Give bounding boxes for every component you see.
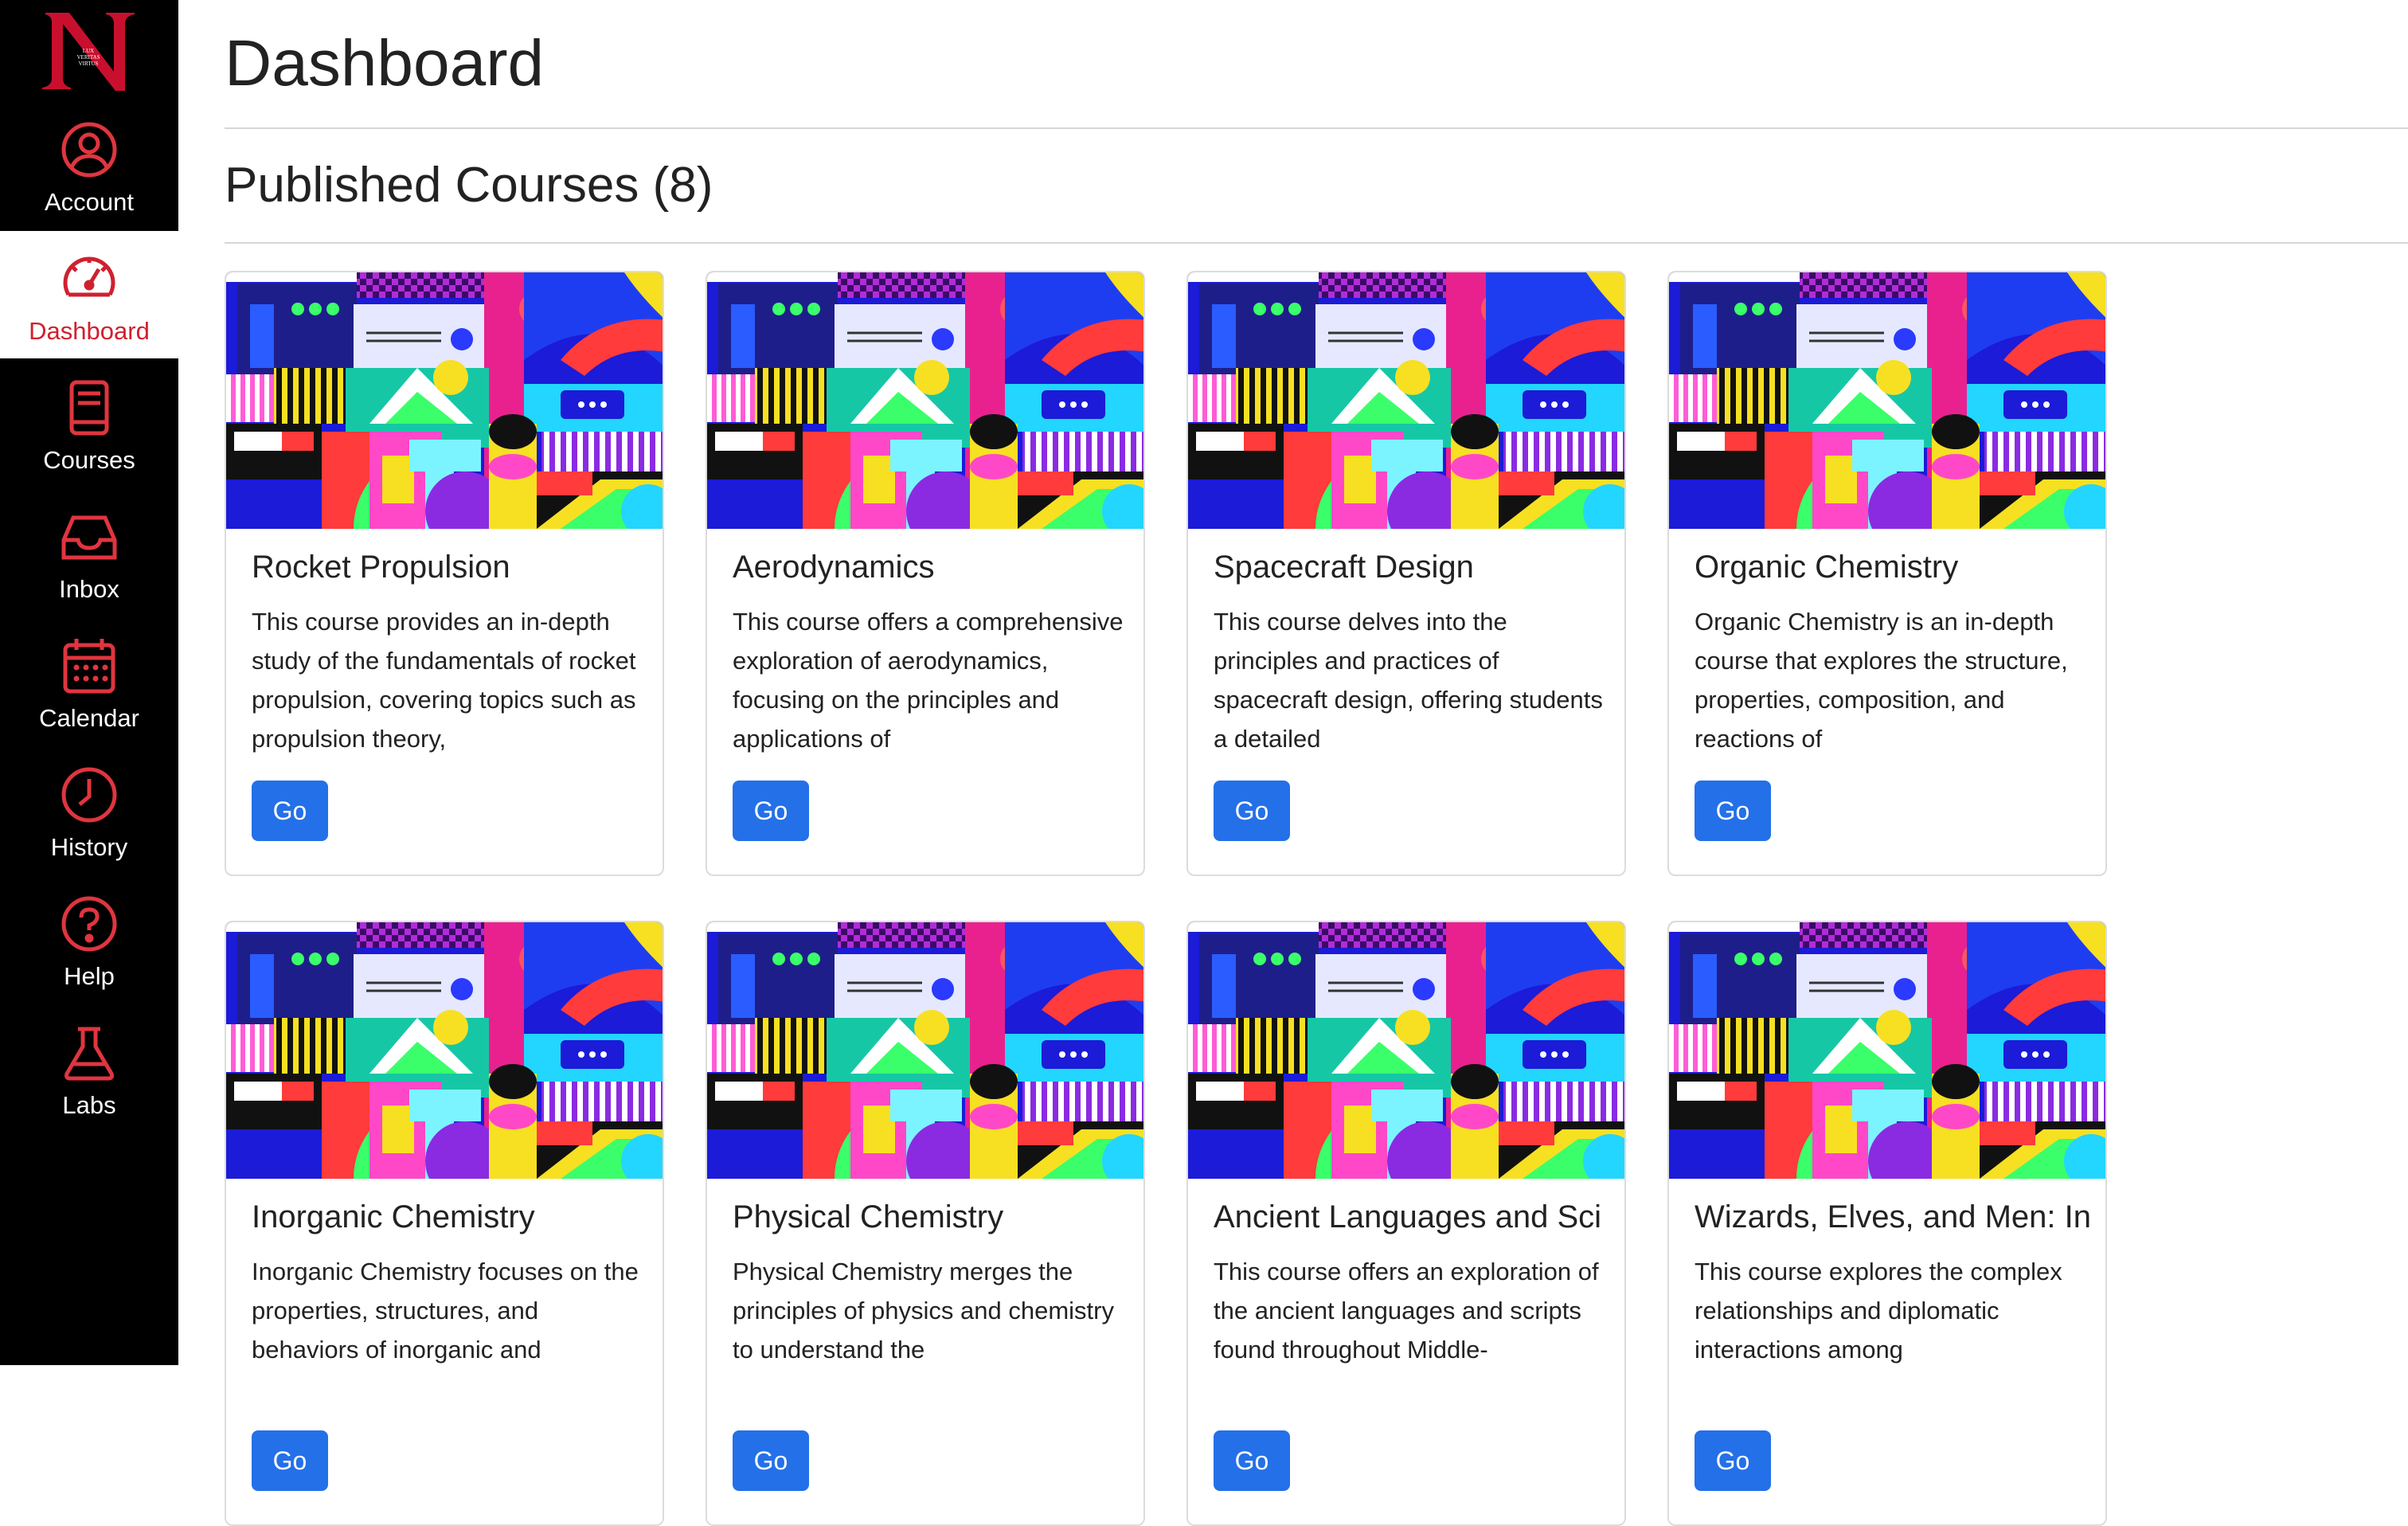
course-description: Organic Chemistry is an in-depth course … [1695, 608, 2068, 753]
sidebar-item-label: Labs [62, 1091, 116, 1119]
sidebar-item-help[interactable]: Help [0, 876, 178, 1004]
course-banner-image [1669, 922, 2107, 1179]
title-divider [225, 127, 2408, 129]
go-button[interactable]: Go [1695, 1430, 1771, 1491]
sidebar-item-dashboard[interactable]: Dashboard [0, 231, 178, 358]
sidebar-item-label: Account [44, 188, 134, 216]
sidebar-item-labs[interactable]: Labs [0, 1005, 178, 1133]
course-banner-image [1188, 922, 1626, 1179]
go-button[interactable]: Go [252, 1430, 328, 1491]
go-button[interactable]: Go [733, 781, 809, 841]
sidebar: LUX VERITAS VIRTUS Account Dashboard Cou… [0, 0, 178, 1365]
course-title: Rocket Propulsion [252, 550, 510, 585]
svg-text:VIRTUS: VIRTUS [79, 61, 99, 67]
sidebar-item-label: Help [64, 962, 115, 990]
logo[interactable]: LUX VERITAS VIRTUS [0, 0, 178, 102]
course-title: Spacecraft Design [1214, 550, 1474, 585]
sidebar-item-history[interactable]: History [0, 747, 178, 875]
course-description: This course offers a comprehensive explo… [733, 608, 1124, 753]
speedometer-icon [63, 256, 115, 297]
course-banner-image [1188, 272, 1626, 529]
calendar-icon [63, 639, 115, 694]
course-description: Physical Chemistry merges the principles… [733, 1258, 1114, 1364]
section-divider [225, 242, 2408, 244]
go-button[interactable]: Go [252, 781, 328, 841]
svg-text:LUX: LUX [83, 48, 94, 54]
course-description: This course provides an in-depth study o… [252, 608, 636, 753]
sidebar-item-inbox[interactable]: Inbox [0, 489, 178, 616]
go-button[interactable]: Go [1695, 781, 1771, 841]
sidebar-item-label: History [50, 833, 128, 861]
book-icon [69, 380, 109, 436]
course-card: Inorganic Chemistry Inorganic Chemistry … [225, 921, 664, 1526]
sidebar-item-label: Calendar [39, 704, 139, 732]
course-title: Wizards, Elves, and Men: In [1695, 1199, 2091, 1234]
course-card: Physical Chemistry Physical Chemistry me… [706, 921, 1145, 1526]
logo-n-icon: LUX VERITAS VIRTUS [42, 13, 135, 91]
section-title: Published Courses (8) [225, 158, 713, 213]
course-banner-image [707, 272, 1145, 529]
course-card: Ancient Languages and Sci This course of… [1186, 921, 1626, 1526]
course-card: Spacecraft Design This course delves int… [1186, 271, 1626, 876]
course-description: This course explores the complex relatio… [1695, 1258, 2062, 1364]
sidebar-item-courses[interactable]: Courses [0, 360, 178, 487]
help-circle-icon [61, 896, 117, 952]
course-title: Inorganic Chemistry [252, 1199, 535, 1234]
go-button[interactable]: Go [1214, 1430, 1290, 1491]
account-circle-icon [61, 122, 117, 178]
course-description: This course offers an exploration of the… [1214, 1258, 1599, 1364]
clock-icon [61, 767, 117, 823]
sidebar-item-label: Dashboard [29, 317, 150, 345]
flask-icon [64, 1027, 114, 1081]
course-banner-image [226, 922, 664, 1179]
course-banner-image [226, 272, 664, 529]
inbox-icon [61, 515, 117, 560]
course-banner-image [707, 922, 1145, 1179]
course-title: Aerodynamics [733, 550, 935, 585]
course-title: Organic Chemistry [1695, 550, 1959, 585]
sidebar-item-calendar[interactable]: Calendar [0, 618, 178, 745]
course-title: Physical Chemistry [733, 1199, 1004, 1234]
sidebar-item-label: Courses [43, 446, 135, 474]
course-description: Inorganic Chemistry focuses on the prope… [252, 1258, 639, 1364]
course-banner-image [1669, 272, 2107, 529]
course-card: Wizards, Elves, and Men: In This course … [1667, 921, 2107, 1526]
page-title: Dashboard [225, 27, 545, 100]
course-title: Ancient Languages and Sci [1214, 1199, 1602, 1234]
sidebar-item-label: Inbox [59, 575, 119, 603]
go-button[interactable]: Go [733, 1430, 809, 1491]
sidebar-item-account[interactable]: Account [0, 102, 178, 229]
svg-text:VERITAS: VERITAS [77, 54, 100, 61]
course-card: Aerodynamics This course offers a compre… [706, 271, 1145, 876]
go-button[interactable]: Go [1214, 781, 1290, 841]
course-card: Rocket Propulsion This course provides a… [225, 271, 664, 876]
course-description: This course delves into the principles a… [1214, 608, 1603, 753]
course-card: Organic Chemistry Organic Chemistry is a… [1667, 271, 2107, 876]
